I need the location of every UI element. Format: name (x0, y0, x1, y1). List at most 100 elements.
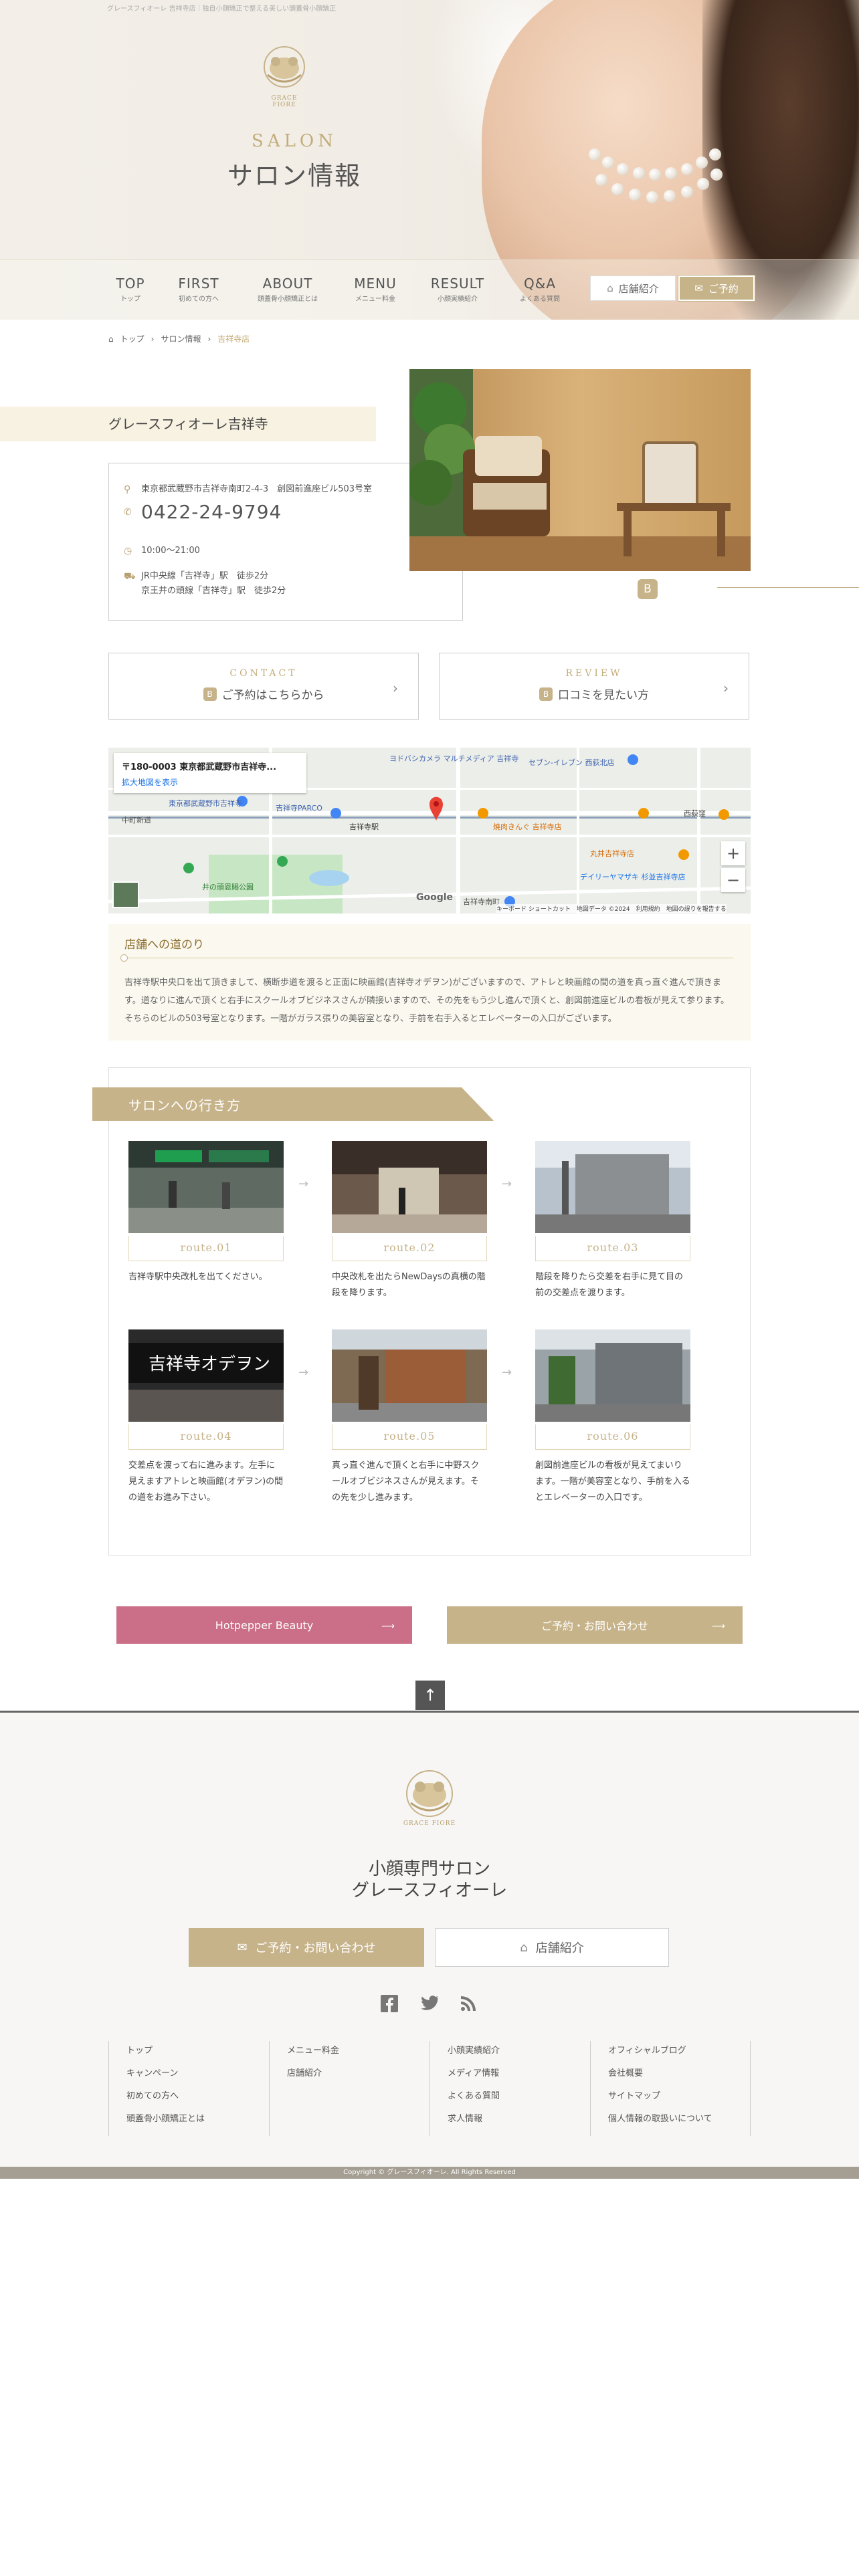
nav-menu[interactable]: MENU メニュー料金 (345, 276, 405, 303)
footer-shop-button[interactable]: ⌂ 店舗紹介 (435, 1928, 669, 1967)
contact-box[interactable]: CONTACT B ご予約はこちらから › (108, 653, 419, 720)
page-title: サロン情報 (227, 161, 361, 191)
hours-text: 10:00〜21:00 (141, 546, 200, 556)
logo-icon[interactable] (254, 41, 314, 95)
route-step-label: route.04 (128, 1424, 284, 1450)
nav-about[interactable]: ABOUT 頭蓋骨小顔矯正とは (245, 276, 330, 303)
nav-top[interactable]: TOP トップ (107, 276, 154, 303)
footer-link[interactable]: よくある質問 (448, 2086, 590, 2109)
footer-link[interactable]: 初めての方へ (126, 2086, 269, 2109)
nav-qa[interactable]: Q&A よくある質問 (510, 276, 570, 303)
beauty-badge-icon[interactable]: B (638, 579, 658, 599)
train-icon: ⛟ (124, 571, 136, 582)
footer-shop-label: 店舗紹介 (535, 1941, 584, 1955)
phone-row: ✆ 0422-24-9794 (124, 503, 282, 522)
footer-link[interactable]: トップ (126, 2041, 269, 2064)
contact-ja-label: ご予約はこちらから (221, 689, 324, 702)
pearl (633, 167, 645, 179)
page-title-en: SALON (252, 131, 337, 151)
pin-icon: ⚲ (124, 484, 131, 495)
footer-link[interactable]: 求人情報 (448, 2109, 590, 2132)
map-footer-links[interactable]: キーボード ショートカット 地図データ ©2024 利用規約 地図の誤りを報告す… (496, 904, 727, 913)
route-step-label: route.06 (535, 1424, 690, 1450)
phone-number[interactable]: 0422-24-9794 (141, 503, 282, 522)
footer-links-col2: メニュー料金 店舗紹介 (269, 2041, 430, 2136)
google-logo: Google (416, 892, 454, 903)
footer-links-col4: オフィシャルブログ 会社概要 サイトマップ 個人情報の取扱いについて (590, 2041, 751, 2136)
pearl (709, 148, 721, 160)
pearl (696, 156, 708, 169)
hotpepper-button[interactable]: Hotpepper Beauty ⟶ (116, 1606, 412, 1644)
shop-button[interactable]: ⌂ 店舗紹介 (590, 276, 676, 301)
beauty-badge-icon: B (203, 687, 217, 701)
map-label: 吉祥寺PARCO (276, 804, 322, 813)
footer-links-col1: トップ キャンペーン 初めての方へ 頭蓋骨小顔矯正とは (108, 2041, 269, 2136)
rss-icon[interactable] (458, 1993, 479, 2014)
footer-link[interactable]: キャンペーン (126, 2064, 269, 2086)
route-step: 吉祥寺オデヲン route.04 交差点を渡って右に進みます。左手に見えますアト… (128, 1329, 284, 1506)
nav-sublabel: メニュー料金 (355, 296, 395, 303)
map-info-card: 〒180-0003 東京都武蔵野市吉祥寺... 拡大地図を表示 (114, 753, 306, 793)
pearl (697, 178, 709, 190)
breadcrumb-home[interactable]: トップ (120, 333, 145, 344)
salon-name: グレースフィオーレ吉祥寺 (108, 416, 268, 432)
nav-label: MENU (354, 276, 397, 292)
hours-row: ◷ 10:00〜21:00 (124, 544, 200, 558)
footer-link[interactable]: 店舗紹介 (287, 2064, 430, 2086)
contact-button[interactable]: ご予約・お問い合わせ ⟶ (447, 1606, 743, 1644)
footer-link[interactable]: 個人情報の取扱いについて (608, 2109, 750, 2132)
pearl (646, 191, 658, 203)
footer-link[interactable]: 頭蓋骨小顔矯正とは (126, 2109, 269, 2132)
route-step: route.06 創図前進座ビルの看板が見えてまいります。一階が美容室となり、手… (535, 1329, 690, 1506)
map-label: デイリーヤマザキ 杉並吉祥寺店 (580, 873, 686, 881)
route-step: route.02 中央改札を出たらNewDaysの真横の階段を降ります。 (332, 1141, 487, 1301)
map-label: 西荻窪 (684, 809, 706, 818)
zoom-in-button[interactable]: + (721, 841, 745, 865)
map-label: 中町新道 (122, 816, 151, 825)
route-photo (332, 1141, 487, 1233)
divider-line (717, 587, 859, 588)
route-step-caption: 創図前進座ビルの看板が見えてまいります。一階が美容室となり、手前を入るとエレベー… (535, 1461, 690, 1503)
long-arrow-icon: ⟶ (381, 1621, 395, 1632)
pearl (602, 156, 614, 169)
access-description: 吉祥寺駅中央口を出て頂きまして、横断歩道を渡ると正面に映画館(吉祥寺オデヲン)が… (124, 978, 730, 1024)
map-label: ヨドバシカメラ マルチメディア 吉祥寺 (389, 754, 519, 763)
nav-label: Q&A (523, 276, 557, 292)
footer-link[interactable]: メニュー料金 (287, 2041, 430, 2064)
route-step-caption: 階段を降りたら交差を右手に見て目の前の交差点を渡ります。 (535, 1272, 684, 1298)
chevron-right-icon: › (393, 680, 398, 696)
nav-first[interactable]: FIRST 初めての方へ (170, 276, 227, 303)
reserve-button-label: ご予約 (708, 282, 739, 295)
footer-link[interactable]: メディア情報 (448, 2064, 590, 2086)
facebook-icon[interactable] (379, 1993, 400, 2014)
review-box[interactable]: REVIEW B 口コミを見たい方 › (439, 653, 749, 720)
footer-link[interactable]: 会社概要 (608, 2064, 750, 2086)
route-photo (535, 1141, 690, 1233)
home-icon: ⌂ (108, 334, 114, 344)
zoom-out-button[interactable]: − (721, 868, 745, 892)
pearl (629, 189, 641, 201)
page-top-button[interactable]: ↑ (415, 1681, 445, 1710)
footer-logo-icon[interactable] (396, 1764, 463, 1824)
nav-result[interactable]: RESULT 小顔実績紹介 (423, 276, 492, 303)
arrow-right-icon: → (298, 1177, 309, 1191)
breadcrumb-salon[interactable]: サロン情報 (161, 333, 201, 344)
map-label: 東京都武蔵野市吉祥寺 (169, 799, 242, 808)
reserve-button[interactable]: ✉ ご予約 (678, 275, 755, 302)
station-row: ⛟ JR中央線「吉祥寺」駅 徒歩2分 京王井の頭線「吉祥寺」駅 徒歩2分 (124, 569, 286, 599)
satellite-toggle[interactable] (112, 881, 139, 908)
enlarge-map-link[interactable]: 拡大地図を表示 (122, 776, 298, 788)
shop-button-label: 店舗紹介 (618, 282, 659, 295)
twitter-icon[interactable] (419, 1993, 440, 2014)
map-address: 〒180-0003 東京都武蔵野市吉祥寺... (122, 762, 277, 772)
phone-icon: ✆ (124, 507, 132, 518)
route-photo (535, 1329, 690, 1422)
footer-link[interactable]: サイトマップ (608, 2086, 750, 2109)
google-map[interactable]: 東京都武蔵野市吉祥寺 ヨドバシカメラ マルチメディア 吉祥寺 セブン-イレブン … (108, 748, 751, 914)
nav-sublabel: 初めての方へ (179, 296, 219, 303)
footer-link[interactable]: 小顔実績紹介 (448, 2041, 590, 2064)
contact-label: ご予約・お問い合わせ (541, 1620, 648, 1632)
footer-contact-button[interactable]: ✉ ご予約・お問い合わせ (189, 1928, 424, 1967)
footer-link[interactable]: オフィシャルブログ (608, 2041, 750, 2064)
route-photo (332, 1329, 487, 1422)
